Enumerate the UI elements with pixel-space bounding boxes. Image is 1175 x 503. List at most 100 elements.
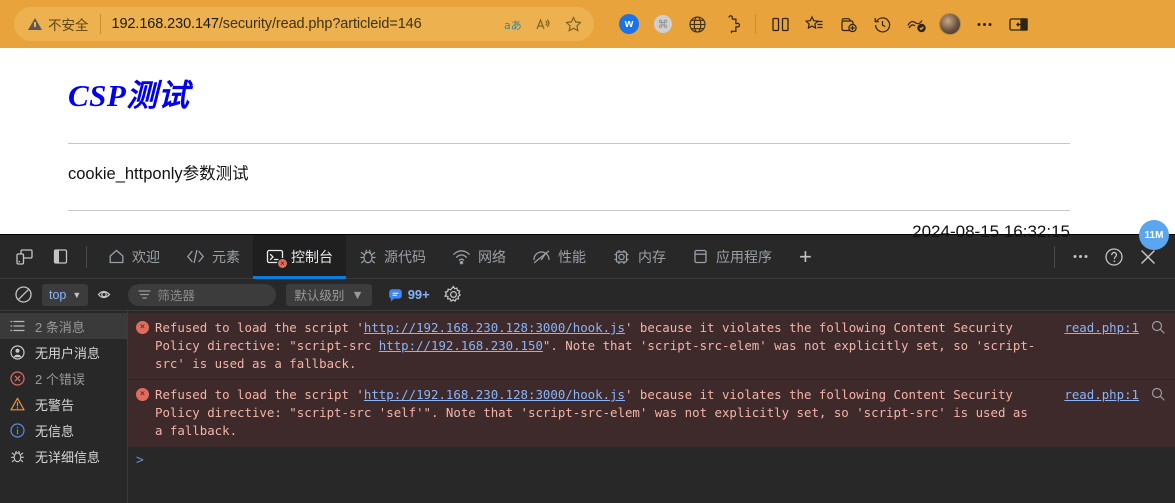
sidebar-info-label: 无信息 — [35, 423, 75, 439]
security-indicator[interactable]: 不安全 — [28, 14, 89, 34]
performance-gauge-icon — [532, 248, 551, 265]
tab-memory[interactable]: 内存 — [599, 235, 679, 279]
sidebar-item-info[interactable]: 无信息 — [0, 417, 127, 443]
bug-sources-icon — [359, 248, 377, 265]
error-circle-icon — [9, 370, 26, 386]
console-filter-input[interactable]: 筛选器 — [128, 283, 277, 306]
console-toolbar: top ▼ 筛选器 默认级别 ▼ 99+ — [0, 279, 1175, 311]
info-circle-icon — [9, 422, 26, 438]
console-output[interactable]: × Refused to load the script 'http://192… — [128, 311, 1175, 503]
globe-grid-icon[interactable] — [680, 7, 714, 41]
security-label: 不安全 — [48, 18, 89, 33]
controls-divider — [1054, 245, 1055, 268]
device-toolbar-icon[interactable] — [6, 239, 42, 275]
console-level-select[interactable]: 默认级别 ▼ — [286, 283, 372, 306]
console-body: 2 条消息 无用户消息 2 个错误 无警告 无信息 无详细信息 × Refuse… — [0, 311, 1175, 503]
error-circle-icon-msg: × — [136, 388, 149, 402]
inspect-dock-icon[interactable] — [42, 239, 78, 275]
tab-elements[interactable]: 元素 — [173, 235, 253, 279]
devtools-panel: 欢迎 元素 × 控制台 源代码 网络 性能 内存 应用程序 + top ▼ 筛选… — [0, 234, 1175, 503]
console-message-row[interactable]: × Refused to load the script 'http://192… — [128, 313, 1175, 381]
address-bar[interactable]: 不安全 192.168.230.147/security/read.php?ar… — [14, 7, 594, 41]
tab-network[interactable]: 网络 — [439, 235, 519, 279]
console-message-text: Refused to load the script 'http://192.1… — [155, 386, 1167, 439]
console-message-row[interactable]: × Refused to load the script 'http://192… — [128, 380, 1175, 448]
execution-context-value: top — [49, 287, 67, 302]
tab-sources[interactable]: 源代码 — [346, 235, 439, 279]
add-panel-button[interactable]: + — [785, 245, 826, 268]
read-aloud-icon[interactable] — [535, 17, 551, 32]
tab-application-label: 应用程序 — [716, 248, 772, 265]
home-icon — [108, 248, 125, 265]
article-body: cookie_httponly参数测试 — [68, 165, 249, 183]
console-level-value: 默认级别 — [294, 289, 345, 303]
puzzle-extensions-icon[interactable] — [714, 7, 748, 41]
page-title: CSP测试 — [68, 78, 190, 113]
sidebar-item-user-messages[interactable]: 无用户消息 — [0, 339, 127, 365]
address-divider — [99, 14, 101, 34]
tab-elements-label: 元素 — [212, 248, 240, 265]
add-tab-group-icon[interactable] — [831, 7, 865, 41]
console-sidebar: 2 条消息 无用户消息 2 个错误 无警告 无信息 无详细信息 — [0, 311, 128, 503]
floating-badge[interactable]: 11M — [1139, 220, 1169, 250]
execution-context-select[interactable]: top ▼ — [42, 283, 89, 306]
tab-welcome-label: 欢迎 — [132, 248, 160, 265]
translate-icon[interactable]: aあ — [504, 17, 521, 32]
live-expression-eye-icon[interactable] — [92, 282, 122, 308]
warning-triangle-icon-sidebar — [9, 397, 26, 411]
error-circle-icon-msg: × — [136, 321, 149, 334]
console-error-badge: × — [277, 258, 288, 269]
sidebar-messages-label: 2 条消息 — [35, 319, 85, 335]
msg-link-hook[interactable]: http://192.168.230.128:3000/hook.js — [364, 320, 625, 335]
browser-toolbar: 不安全 192.168.230.147/security/read.php?ar… — [0, 0, 1175, 48]
console-message-source[interactable]: read.php:1 — [1064, 386, 1139, 404]
sidebar-item-warnings[interactable]: 无警告 — [0, 391, 127, 417]
console-prompt[interactable]: > — [128, 448, 1175, 473]
tabbar-divider — [86, 245, 87, 268]
browser-essentials-icon[interactable] — [899, 7, 933, 41]
history-icon[interactable] — [865, 7, 899, 41]
sidebar-user-messages-label: 无用户消息 — [35, 345, 101, 361]
sidebar-item-errors[interactable]: 2 个错误 — [0, 365, 127, 391]
split-screen-icon[interactable] — [763, 7, 797, 41]
extension-w-badge: w — [619, 14, 639, 34]
console-terminal-icon: × — [266, 248, 288, 269]
msg-link-hook[interactable]: http://192.168.230.128:3000/hook.js — [364, 387, 625, 402]
magnifier-icon[interactable] — [1151, 320, 1165, 339]
magnifier-icon[interactable] — [1151, 387, 1165, 406]
chevron-down-icon-level: ▼ — [351, 287, 364, 302]
url-host: 192.168.230.147 — [111, 16, 219, 32]
clear-console-icon[interactable] — [8, 282, 38, 308]
msg-pre: Refused to load the script ' — [155, 320, 364, 335]
collections-favorites-icon[interactable] — [797, 7, 831, 41]
tab-performance-label: 性能 — [558, 248, 586, 265]
url-text[interactable]: 192.168.230.147/security/read.php?articl… — [112, 16, 422, 32]
message-list-icon — [9, 319, 26, 333]
sidebar-item-verbose[interactable]: 无详细信息 — [0, 443, 127, 469]
tab-console[interactable]: × 控制台 — [253, 234, 346, 279]
msg-link-policy[interactable]: http://192.168.230.150 — [379, 338, 543, 353]
issues-bubble-icon — [388, 288, 402, 301]
filter-icon — [138, 290, 151, 299]
extension-grey-icon[interactable]: ⌘ — [646, 7, 680, 41]
sidebar-item-messages[interactable]: 2 条消息 — [0, 313, 127, 339]
sidebar-toggle-icon[interactable] — [1001, 7, 1035, 41]
console-message-source[interactable]: read.php:1 — [1064, 319, 1139, 337]
help-icon[interactable] — [1097, 240, 1131, 274]
tab-performance[interactable]: 性能 — [519, 235, 599, 279]
memory-chip-icon — [612, 248, 631, 266]
tab-sources-label: 源代码 — [384, 248, 426, 265]
console-prompt-caret: > — [136, 452, 144, 468]
profile-avatar-icon[interactable] — [933, 7, 967, 41]
console-settings-gear-icon[interactable] — [443, 285, 463, 304]
favorite-star-icon[interactable] — [565, 16, 582, 32]
tab-application[interactable]: 应用程序 — [679, 235, 785, 279]
more-settings-icon[interactable] — [967, 7, 1001, 41]
svg-text:aあ: aあ — [504, 19, 521, 32]
devtools-more-icon[interactable] — [1063, 240, 1097, 274]
extension-w-icon[interactable]: w — [612, 7, 646, 41]
tab-welcome[interactable]: 欢迎 — [95, 235, 173, 279]
issues-counter[interactable]: 99+ — [388, 287, 430, 302]
application-box-icon — [692, 248, 709, 265]
chevron-down-icon: ▼ — [72, 289, 82, 300]
